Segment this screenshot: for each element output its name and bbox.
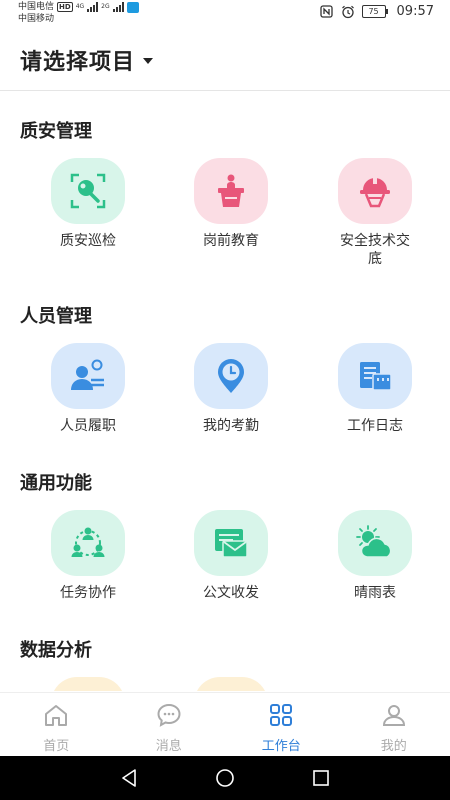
profile-icon [381, 703, 407, 731]
weather-icon [338, 510, 412, 576]
document-mail-icon [194, 510, 268, 576]
tile-label: 任务协作 [60, 585, 116, 601]
system-nav-bar [0, 756, 450, 800]
tile-work-log[interactable]: 工作日志 [315, 343, 435, 435]
nav-label: 我的 [380, 739, 407, 754]
nav-label: 消息 [155, 739, 182, 754]
nav-workbench[interactable]: 工作台 [225, 693, 338, 757]
project-selector[interactable]: 请选择项目 [20, 44, 154, 76]
inspect-icon [51, 158, 125, 224]
header: 请选择项目 [0, 28, 450, 91]
hardhat-icon [338, 158, 412, 224]
message-icon [156, 703, 182, 731]
tile-data-analysis-2[interactable] [171, 677, 291, 691]
home-icon [43, 703, 69, 731]
analysis-icon [51, 677, 125, 691]
tile-label: 工作日志 [347, 418, 403, 434]
tile-data-analysis-1[interactable] [28, 677, 148, 691]
carrier2-name: 中国移动 [18, 14, 55, 24]
tile-task-collaboration[interactable]: 任务协作 [28, 510, 148, 602]
signal-icon [87, 2, 99, 12]
nav-home[interactable]: 首页 [0, 693, 113, 757]
analysis-icon [194, 677, 268, 691]
tile-label: 岗前教育 [203, 233, 259, 249]
section-title-data-analysis: 数据分析 [20, 640, 92, 661]
battery-icon: 75 [361, 5, 388, 18]
project-title: 请选择项目 [20, 50, 136, 75]
workbench-icon [268, 703, 294, 731]
tile-label: 质安巡检 [60, 233, 116, 249]
tile-label: 我的考勤 [203, 418, 259, 434]
carrier-info: 中国电信 HD 4G 2G 中国移动 [18, 1, 139, 25]
tile-label: 安全技术交底 [340, 233, 410, 267]
recents-icon[interactable] [309, 766, 333, 790]
workbench-content: 质安管理 质安巡检 岗前教育 安全技术交底 人员管理 人员履职 我的考勤 工作日… [0, 91, 450, 691]
nav-label: 首页 [43, 739, 70, 754]
status-right: 75 09:57 [320, 4, 434, 19]
caret-down-icon [143, 58, 154, 64]
nav-messages[interactable]: 消息 [113, 693, 226, 757]
tile-quality-inspection[interactable]: 质安巡检 [28, 158, 148, 250]
tile-personnel-duty[interactable]: 人员履职 [28, 343, 148, 435]
carrier2-network: 2G [101, 3, 110, 10]
attendance-icon [194, 343, 268, 409]
tile-pre-job-education[interactable]: 岗前教育 [171, 158, 291, 250]
app-notification-icon [126, 1, 139, 13]
back-icon[interactable] [117, 766, 141, 790]
section-title-general: 通用功能 [20, 473, 92, 494]
person-duty-icon [51, 343, 125, 409]
tile-label: 人员履职 [60, 418, 116, 434]
tile-label: 晴雨表 [354, 585, 396, 601]
signal-icon-2 [112, 2, 124, 12]
nav-profile[interactable]: 我的 [338, 693, 450, 757]
tile-my-attendance[interactable]: 我的考勤 [171, 343, 291, 435]
work-log-icon [338, 343, 412, 409]
section-title-personnel: 人员管理 [20, 306, 92, 327]
carrier1-network: 4G [75, 3, 85, 10]
tile-weather-chart[interactable]: 晴雨表 [315, 510, 435, 602]
alarm-icon [341, 5, 355, 19]
tile-document-exchange[interactable]: 公文收发 [171, 510, 291, 602]
carrier1-name: 中国电信 [18, 2, 55, 12]
home-circle-icon[interactable] [213, 766, 237, 790]
tile-label: 公文收发 [203, 585, 259, 601]
section-title-quality-safety: 质安管理 [20, 121, 92, 142]
tile-safety-technical-briefing[interactable]: 安全技术交底 [315, 158, 435, 268]
podium-icon [194, 158, 268, 224]
status-bar: 中国电信 HD 4G 2G 中国移动 75 09:57 [0, 0, 450, 28]
nav-label: 工作台 [261, 739, 301, 754]
bottom-nav: 首页 消息 工作台 我的 [0, 692, 450, 757]
hd-badge: HD [57, 2, 73, 12]
team-icon [51, 510, 125, 576]
nfc-icon [320, 5, 334, 19]
clock: 09:57 [396, 4, 434, 19]
